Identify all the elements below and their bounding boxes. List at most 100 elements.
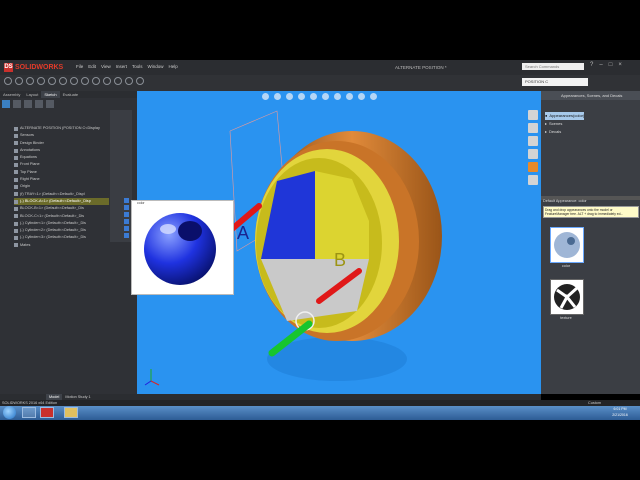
tree-item[interactable]: Sensors [14,132,109,139]
configuration-select[interactable]: POSITION C [522,78,588,86]
tree-item[interactable]: Front Plane [14,161,109,168]
tree-item[interactable]: Mates [14,242,109,249]
ds-logo-icon: DS [4,62,13,72]
zoom-fit-icon[interactable] [262,93,269,100]
tree-item[interactable]: (-) Cylinder<3> (Default<<Default>_Dis [14,234,109,241]
menu-insert[interactable]: Insert [116,64,127,69]
trim-tool-icon[interactable] [59,77,67,85]
edit-appearance-icon[interactable] [346,93,353,100]
tree-item[interactable]: Annotations [14,147,109,154]
tree-item[interactable]: Equations [14,154,109,161]
tree-item[interactable]: Top Plane [14,169,109,176]
menu-edit[interactable]: Edit [88,64,96,69]
tree-item-decals[interactable]: ▸ Decals [545,128,584,136]
part-icon [14,192,18,197]
solidworks-taskbar-icon[interactable] [40,407,54,418]
appearance-marker[interactable] [124,233,129,238]
tab-sketch[interactable]: Sketch [41,91,60,98]
circle-tool-icon[interactable] [26,77,34,85]
menu-view[interactable]: View [101,64,111,69]
tree-item-label: Front Plane [20,162,40,167]
arc-tool-icon[interactable] [37,77,45,85]
tab-evaluate[interactable]: Evaluate [60,91,82,98]
ie-taskbar-icon[interactable] [22,407,36,418]
tree-item-label: (-) Cylinder<2> (Default<<Default>_Dis [20,228,86,233]
appearances-tab-icon[interactable] [528,162,538,172]
repair-sketch-icon[interactable] [136,77,144,85]
mirror-tool-icon[interactable] [81,77,89,85]
relations-icon[interactable] [114,77,122,85]
custom-properties-tab-icon[interactable] [528,175,538,185]
window-controls: ? – □ × [590,62,622,68]
preview-sphere [144,213,216,285]
appearance-marker[interactable] [124,219,129,224]
brand-name: SOLIDWORKS [15,63,64,71]
tab-assembly[interactable]: Assembly [0,91,23,98]
smart-dimension-icon[interactable] [103,77,111,85]
feature-tree-tab-icon[interactable] [2,100,10,108]
spline-tool-icon[interactable] [48,77,56,85]
tree-item[interactable]: (-) Cylinder<1> (Default<<Default>_Dis [14,220,109,227]
color-swatch[interactable] [550,227,584,263]
tree-item-label: (-) BLOCK-A<1> (Default<<Default>_Disp [20,198,91,203]
appearance-marker[interactable] [124,205,129,210]
menu-tools[interactable]: Tools [132,64,143,69]
display-manager-tab-icon[interactable] [46,100,54,108]
tab-layout[interactable]: Layout [23,91,41,98]
tree-item-scenes[interactable]: ▸ Scenes [545,120,584,128]
section-view-icon[interactable] [298,93,305,100]
property-manager-tab-icon[interactable] [13,100,21,108]
menu-window[interactable]: Window [148,64,164,69]
command-manager-tabs: Assembly Layout Sketch Evaluate [0,91,140,98]
zoom-area-icon[interactable] [274,93,281,100]
part-icon [14,214,18,219]
tree-item[interactable]: (-) BLOCK-A<1> (Default<<Default>_Disp [14,197,109,206]
tree-item[interactable]: ALTERNATE POSITION (POSITION C<Display [14,125,109,132]
view-orientation-icon[interactable] [310,93,317,100]
configuration-manager-tab-icon[interactable] [24,100,32,108]
menu-help[interactable]: Help [169,64,178,69]
maximize-icon[interactable]: □ [609,62,613,68]
appearance-marker[interactable] [124,226,129,231]
appearance-marker[interactable] [124,212,129,217]
tree-item[interactable]: (-) Cylinder<2> (Default<<Default>_Dis [14,227,109,234]
start-button-icon[interactable] [3,406,16,419]
explorer-taskbar-icon[interactable] [64,407,78,418]
file-explorer-tab-icon[interactable] [528,136,538,146]
previous-view-icon[interactable] [286,93,293,100]
hide-show-icon[interactable] [334,93,341,100]
clock[interactable]: 6:01 PM 2/21/2016 [605,406,635,418]
view-settings-icon[interactable] [370,93,377,100]
texture-swatch[interactable] [550,279,584,315]
apply-scene-icon[interactable] [358,93,365,100]
menu-file[interactable]: File [76,64,83,69]
tree-item[interactable]: BLOCK-B<1> (Default<<Default>_Dis [14,205,109,212]
display-style-icon[interactable] [322,93,329,100]
solidworks-logo[interactable]: DS SOLIDWORKS [4,61,63,73]
offset-tool-icon[interactable] [70,77,78,85]
help-icon[interactable]: ? [590,62,593,68]
tree-item[interactable]: BLOCK-C<1> (Default<<Default>_Dis [14,213,109,220]
design-library-tab-icon[interactable] [528,123,538,133]
close-icon[interactable]: × [618,62,622,68]
line-tool-icon[interactable] [15,77,23,85]
appearance-marker[interactable] [124,198,129,203]
tree-item[interactable]: Right Plane [14,176,109,183]
search-input[interactable]: Search Commands [522,63,584,70]
texture-swatch-label: texture [560,316,572,320]
text-tool-icon[interactable] [125,77,133,85]
appearance-preview [131,200,234,295]
resources-tab-icon[interactable] [528,110,538,120]
view-palette-tab-icon[interactable] [528,149,538,159]
tree-item[interactable]: (f) TRAY<1> (Default<<Default>_Displ [14,191,109,198]
tree-item-label: Decals [549,129,562,134]
heads-up-view-toolbar [262,93,377,100]
minimize-icon[interactable]: – [599,62,602,68]
dimxpert-tab-icon[interactable] [35,100,43,108]
tree-item[interactable]: Origin [14,183,109,190]
part-icon [14,236,18,241]
tree-item[interactable]: Design Binder [14,140,109,147]
pattern-tool-icon[interactable] [92,77,100,85]
sketch-tool-icon[interactable] [4,77,12,85]
tree-item-appearances[interactable]: ● Appearances(color) [545,112,585,120]
